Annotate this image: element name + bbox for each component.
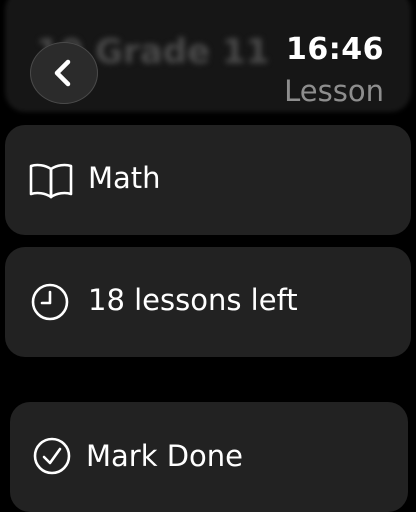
mark-done-label: Mark Done <box>86 439 244 473</box>
subject-row: Math <box>5 125 411 235</box>
checkmark-circle-icon <box>33 437 71 475</box>
chevron-left-icon <box>54 59 71 87</box>
back-button[interactable] <box>30 42 98 104</box>
subject-label: Math <box>88 161 161 195</box>
book-icon <box>29 163 73 199</box>
lessons-left-label: 18 lessons left <box>88 283 298 317</box>
lessons-left-row: 18 lessons left <box>5 247 411 357</box>
status-time: 16:46 <box>286 32 384 67</box>
page-title: Lesson <box>284 74 384 108</box>
clock-icon <box>31 283 69 321</box>
